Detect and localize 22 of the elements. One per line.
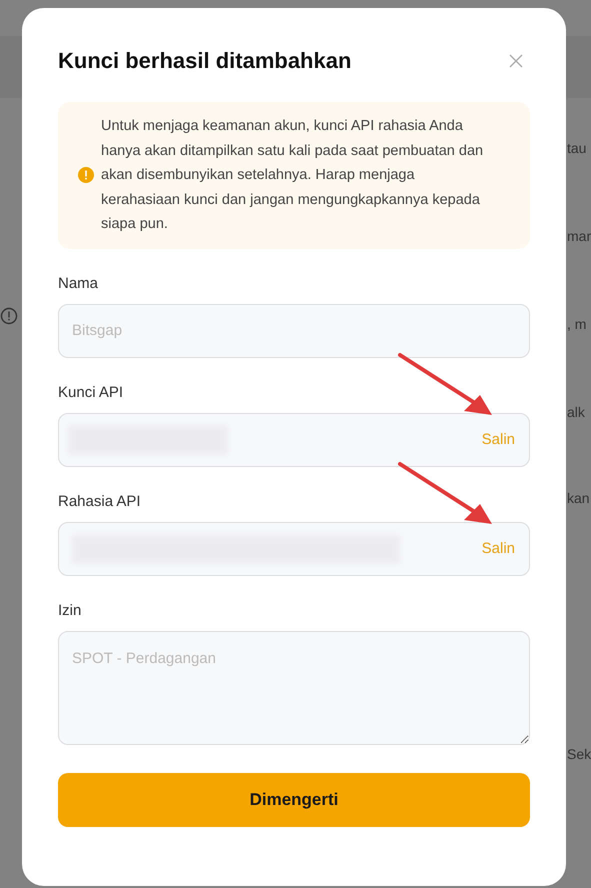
- close-icon[interactable]: [509, 54, 523, 68]
- background-text: tau: [567, 140, 586, 156]
- field-label: Rahasia API: [58, 492, 142, 510]
- name-field[interactable]: Bitsgap: [58, 304, 530, 358]
- secret-field[interactable]: Salin: [58, 522, 530, 576]
- copy-link[interactable]: Salin: [482, 540, 515, 557]
- warning-icon: [78, 167, 94, 184]
- field-label: Nama: [58, 274, 100, 292]
- secret-field[interactable]: Salin: [58, 412, 530, 466]
- warning-text: Untuk menjaga keamanan akun, kunci API rahasia Anda hanya akan ditampilkan satu kali pada saat pembuatan dan akan disembunyikan setelahnya. Harap menjaga kerahasiaan kunci dan jangan mengungkapkannya kepada siapa pun.: [101, 117, 484, 234]
- background-text: mar: [567, 228, 591, 244]
- permissions-field[interactable]: SPOT - Perdagangan: [58, 630, 530, 744]
- field-label: Kunci API: [58, 384, 124, 400]
- background-text: alk: [567, 404, 585, 420]
- field-label: Izin: [58, 602, 82, 618]
- background-text: , m: [567, 316, 586, 332]
- background-text: kan: [567, 490, 590, 506]
- copy-link[interactable]: Salin: [482, 431, 515, 448]
- info-icon: [0, 307, 18, 325]
- confirm-button[interactable]: Dimengerti: [58, 772, 530, 826]
- background-text: Sek: [567, 746, 591, 762]
- dialog-title: Kunci berhasil ditambahkan: [58, 48, 352, 74]
